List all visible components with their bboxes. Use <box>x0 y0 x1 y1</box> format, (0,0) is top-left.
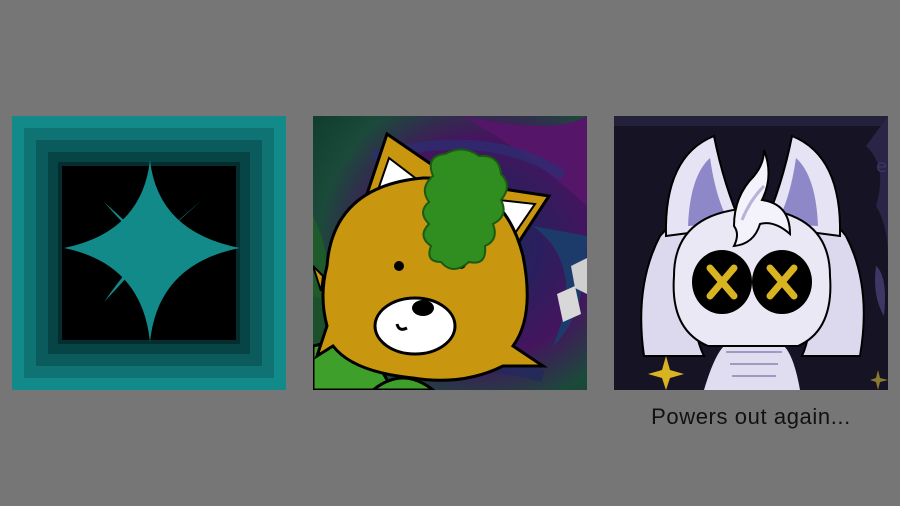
option-card-fox[interactable] <box>313 116 587 390</box>
svg-text:e: e <box>876 156 887 177</box>
fox-portrait <box>313 116 587 390</box>
option-card-sparkle[interactable] <box>12 116 286 390</box>
sparkle-icon <box>12 116 286 390</box>
dialogue-caption: Powers out again... <box>651 404 851 429</box>
creature-portrait: e <box>614 116 888 390</box>
option-card-creature[interactable]: e <box>614 116 888 390</box>
